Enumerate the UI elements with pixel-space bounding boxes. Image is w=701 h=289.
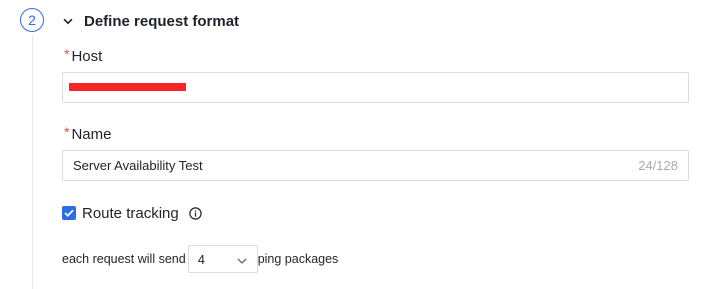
chevron-down-icon[interactable] xyxy=(237,252,247,267)
route-tracking-checkbox[interactable] xyxy=(62,206,76,220)
ping-count-select[interactable]: 4 xyxy=(187,245,258,273)
info-icon[interactable] xyxy=(189,206,202,220)
ping-count-row: each request will send 4 ping packages xyxy=(62,245,338,273)
step-number-badge: 2 xyxy=(20,8,44,32)
name-input[interactable]: Server Availability Test 24/128 xyxy=(62,150,689,181)
host-input[interactable] xyxy=(62,72,689,103)
ping-prefix-text: each request will send xyxy=(62,252,186,266)
required-mark: * xyxy=(64,46,70,62)
redaction-bar xyxy=(69,83,186,91)
route-tracking-label[interactable]: Route tracking xyxy=(82,205,179,222)
ping-suffix-text: ping packages xyxy=(257,252,339,266)
host-label: * Host xyxy=(64,46,102,65)
route-tracking-option[interactable]: Route tracking xyxy=(62,203,202,223)
ping-count-value[interactable]: 4 xyxy=(198,252,205,267)
section-toggle[interactable]: Define request format xyxy=(62,10,239,32)
step-connector-line xyxy=(32,36,33,289)
name-input-value[interactable]: Server Availability Test xyxy=(73,158,203,173)
host-label-text: Host xyxy=(71,48,103,65)
name-label-text: Name xyxy=(71,126,112,143)
section-title: Define request format xyxy=(84,12,240,30)
required-mark: * xyxy=(64,124,70,140)
name-label: * Name xyxy=(64,124,111,143)
character-counter: 24/128 xyxy=(638,158,678,173)
chevron-down-icon[interactable] xyxy=(62,15,74,27)
